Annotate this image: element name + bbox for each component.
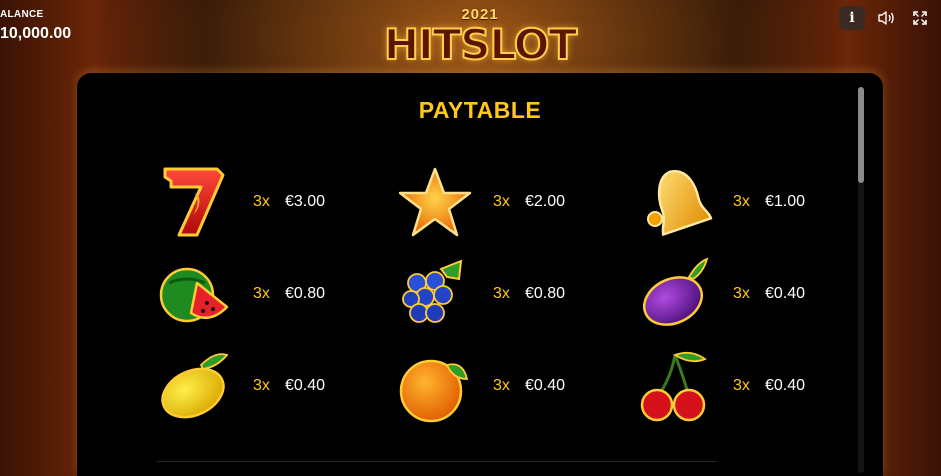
payout: €1.00 <box>765 193 806 210</box>
multiplier: 3x <box>253 193 270 210</box>
paytable-item-bell: 3x €1.00 <box>637 163 847 243</box>
multiplier: 3x <box>493 285 510 302</box>
lemon-icon <box>161 353 229 419</box>
logo-text: HITSLOT <box>383 20 578 69</box>
multiplier: 3x <box>733 377 750 394</box>
plum-icon <box>643 257 709 326</box>
payout: €3.00 <box>285 193 326 210</box>
paytable-item-orange: 3x €0.40 <box>397 347 607 427</box>
payout: €0.80 <box>525 285 566 302</box>
scrollbar-thumb[interactable] <box>858 87 864 183</box>
balance-label: ALANCE <box>0 9 44 20</box>
star-icon <box>398 167 472 237</box>
paytable-item-seven: 3x €3.00 <box>157 163 367 243</box>
payout: €0.40 <box>765 377 806 394</box>
game-logo: 2021 HITSLOT <box>370 4 590 72</box>
bell-icon <box>647 170 713 237</box>
multiplier: 3x <box>493 193 510 210</box>
multiplier: 3x <box>253 377 270 394</box>
payout: €0.80 <box>285 285 326 302</box>
watermelon-icon <box>159 267 229 323</box>
fullscreen-button[interactable] <box>907 6 933 30</box>
orange-icon <box>399 359 469 423</box>
payout: €2.00 <box>525 193 566 210</box>
paytable-item-cherries: 3x €0.40 <box>637 347 847 427</box>
payout: €0.40 <box>525 377 566 394</box>
info-button[interactable]: i <box>839 6 865 30</box>
sound-button[interactable] <box>873 6 899 30</box>
paytable-item-lemon: 3x €0.40 <box>157 347 367 427</box>
payout: €0.40 <box>765 285 806 302</box>
multiplier: 3x <box>253 285 270 302</box>
fullscreen-icon <box>913 11 927 25</box>
top-controls: i <box>839 6 933 30</box>
paytable-panel: PAYTABLE 3x €3.00 3x €2.00 3x €1.00 3x €… <box>77 73 883 476</box>
divider <box>157 461 717 462</box>
payout: €0.40 <box>285 377 326 394</box>
paytable-item-watermelon: 3x €0.80 <box>157 255 367 335</box>
paytable-item-plum: 3x €0.40 <box>637 255 847 335</box>
cherries-icon <box>640 351 707 422</box>
info-icon: i <box>849 10 855 26</box>
paytable-item-grapes: 3x €0.80 <box>397 255 607 335</box>
grapes-icon <box>402 259 463 323</box>
sound-icon <box>878 11 894 25</box>
paytable-item-star: 3x €2.00 <box>397 163 607 243</box>
multiplier: 3x <box>493 377 510 394</box>
paytable-title: PAYTABLE <box>418 97 542 123</box>
top-bar: ALANCE 10,000.00 2021 HITSLOT i <box>0 0 941 70</box>
multiplier: 3x <box>733 285 750 302</box>
balance-value: 10,000.00 <box>0 25 72 42</box>
seven-icon <box>163 167 225 237</box>
multiplier: 3x <box>733 193 750 210</box>
